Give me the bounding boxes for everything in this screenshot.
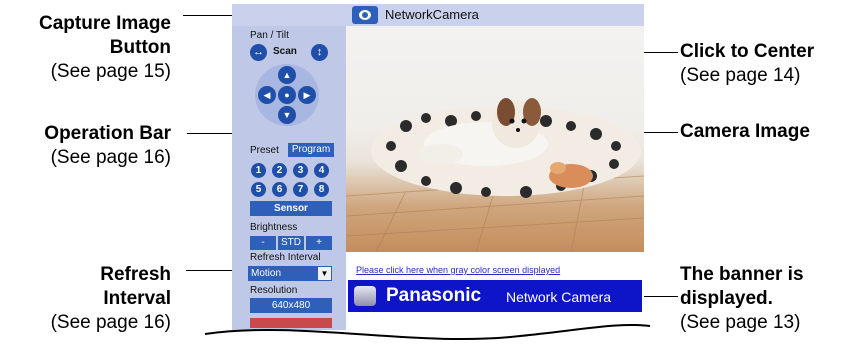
operation-ref: (See page 16) — [50, 147, 171, 168]
resolution-label: Resolution — [250, 285, 298, 296]
scan-label: Scan — [273, 46, 297, 57]
camera-title: NetworkCamera — [385, 7, 479, 22]
camimage-title: Camera Image — [680, 121, 810, 142]
capture-image-button[interactable] — [352, 6, 378, 24]
preset-1-button[interactable]: 1 — [251, 163, 266, 178]
brightness-std-button[interactable]: STD — [278, 236, 304, 250]
preset-2-button[interactable]: 2 — [272, 163, 287, 178]
refresh-title-2: Interval — [103, 288, 171, 309]
sensor-button[interactable]: Sensor — [250, 201, 332, 216]
banner-brand: Panasonic — [386, 285, 482, 306]
banner-title-1: The banner is — [680, 264, 804, 285]
brightness-plus-button[interactable]: + — [306, 236, 332, 250]
title-bar: NetworkCamera — [232, 4, 644, 26]
preset-3-button[interactable]: 3 — [293, 163, 308, 178]
operation-bar-callout: Operation Bar (See page 16) — [0, 122, 171, 170]
gray-screen-link[interactable]: Please click here when gray color screen… — [356, 265, 560, 275]
arrow-down-button[interactable]: ▼ — [278, 106, 296, 124]
resolution-button[interactable]: 640x480 — [250, 298, 332, 313]
capture-title-1: Capture Image — [39, 13, 171, 34]
arrow-up-button[interactable]: ▲ — [278, 66, 296, 84]
brightness-minus-button[interactable]: - — [250, 236, 276, 250]
camera-ui-screenshot: NetworkCamera Pan / Tilt ↔ Scan ↕ ▲ ◀ ● … — [232, 0, 644, 330]
arrow-left-button[interactable]: ◀ — [258, 86, 276, 104]
preset-8-button[interactable]: 8 — [314, 182, 329, 197]
panasonic-banner[interactable]: Panasonic Network Camera — [348, 280, 642, 312]
pan-tilt-pad: ▲ ◀ ● ▶ ▼ — [255, 64, 319, 126]
home-button[interactable]: ● — [278, 86, 296, 104]
dog-photo — [346, 98, 644, 252]
preset-5-button[interactable]: 5 — [251, 182, 266, 197]
banner-product: Network Camera — [506, 289, 612, 305]
capture-ref: (See page 15) — [50, 61, 171, 82]
preset-4-button[interactable]: 4 — [314, 163, 329, 178]
brightness-label: Brightness — [250, 222, 298, 233]
center-title: Click to Center — [680, 41, 815, 62]
torn-edge — [204, 323, 651, 341]
pan-tilt-label: Pan / Tilt — [250, 30, 289, 41]
pan-scan-button[interactable]: ↔ — [250, 44, 267, 61]
refresh-interval-value: Motion — [251, 268, 282, 279]
preset-7-button[interactable]: 7 — [293, 182, 308, 197]
preset-label: Preset — [250, 145, 279, 156]
refresh-title-1: Refresh — [100, 264, 171, 285]
center-ref: (See page 14) — [680, 65, 801, 86]
camera-image-callout: Camera Image — [680, 120, 810, 144]
capture-image-callout: Capture Image Button (See page 15) — [0, 12, 171, 84]
banner-leader — [644, 296, 678, 297]
chevron-down-icon: ▼ — [318, 267, 331, 280]
click-to-center-callout: Click to Center (See page 14) — [680, 40, 814, 88]
operation-leader — [187, 133, 232, 134]
tilt-scan-button[interactable]: ↕ — [311, 44, 328, 61]
program-tab[interactable]: Program — [288, 143, 334, 157]
preset-6-button[interactable]: 6 — [272, 182, 287, 197]
operation-bar: Pan / Tilt ↔ Scan ↕ ▲ ◀ ● ▶ ▼ Preset Pro… — [232, 26, 346, 330]
panasonic-logo-icon — [354, 286, 376, 306]
operation-title: Operation Bar — [44, 123, 171, 144]
arrow-right-button[interactable]: ▶ — [298, 86, 316, 104]
refresh-interval-label: Refresh Interval — [250, 252, 321, 263]
banner-title-2: displayed. — [680, 288, 773, 309]
refresh-interval-select[interactable]: Motion ▼ — [248, 266, 332, 281]
capture-title-2: Button — [109, 37, 171, 58]
camera-icon — [359, 10, 371, 20]
camera-image[interactable] — [346, 26, 644, 252]
